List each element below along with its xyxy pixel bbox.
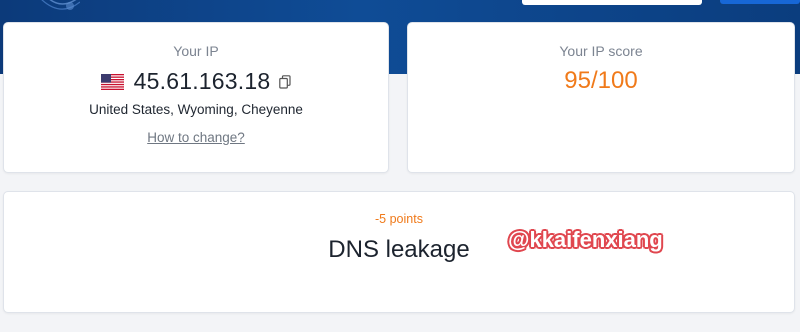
search-input[interactable] bbox=[522, 0, 702, 5]
copy-icon[interactable] bbox=[279, 74, 291, 89]
ip-score-card: Your IP score 95/100 bbox=[407, 22, 795, 173]
your-ip-card: Your IP 45.61.163.18 United States, Wyom… bbox=[3, 22, 389, 173]
your-ip-label: Your IP bbox=[173, 43, 219, 59]
ip-row: 45.61.163.18 bbox=[4, 68, 388, 95]
ip-score-label: Your IP score bbox=[559, 43, 643, 59]
ip-location: United States, Wyoming, Cheyenne bbox=[89, 102, 303, 117]
header-decoration bbox=[0, 0, 80, 18]
header-action-button[interactable] bbox=[720, 0, 800, 4]
dns-points-penalty: -5 points bbox=[375, 212, 423, 226]
how-to-change-row: How to change? bbox=[4, 129, 388, 147]
us-flag-icon bbox=[100, 73, 124, 90]
how-to-change-link[interactable]: How to change? bbox=[147, 130, 245, 145]
watermark-text: @kkaifenxiang bbox=[508, 227, 663, 252]
dns-leakage-card: -5 points DNS leakage bbox=[3, 191, 795, 313]
ip-address: 45.61.163.18 bbox=[133, 68, 271, 94]
ip-score-value: 95/100 bbox=[564, 67, 638, 94]
dns-leakage-title: DNS leakage bbox=[328, 236, 470, 263]
